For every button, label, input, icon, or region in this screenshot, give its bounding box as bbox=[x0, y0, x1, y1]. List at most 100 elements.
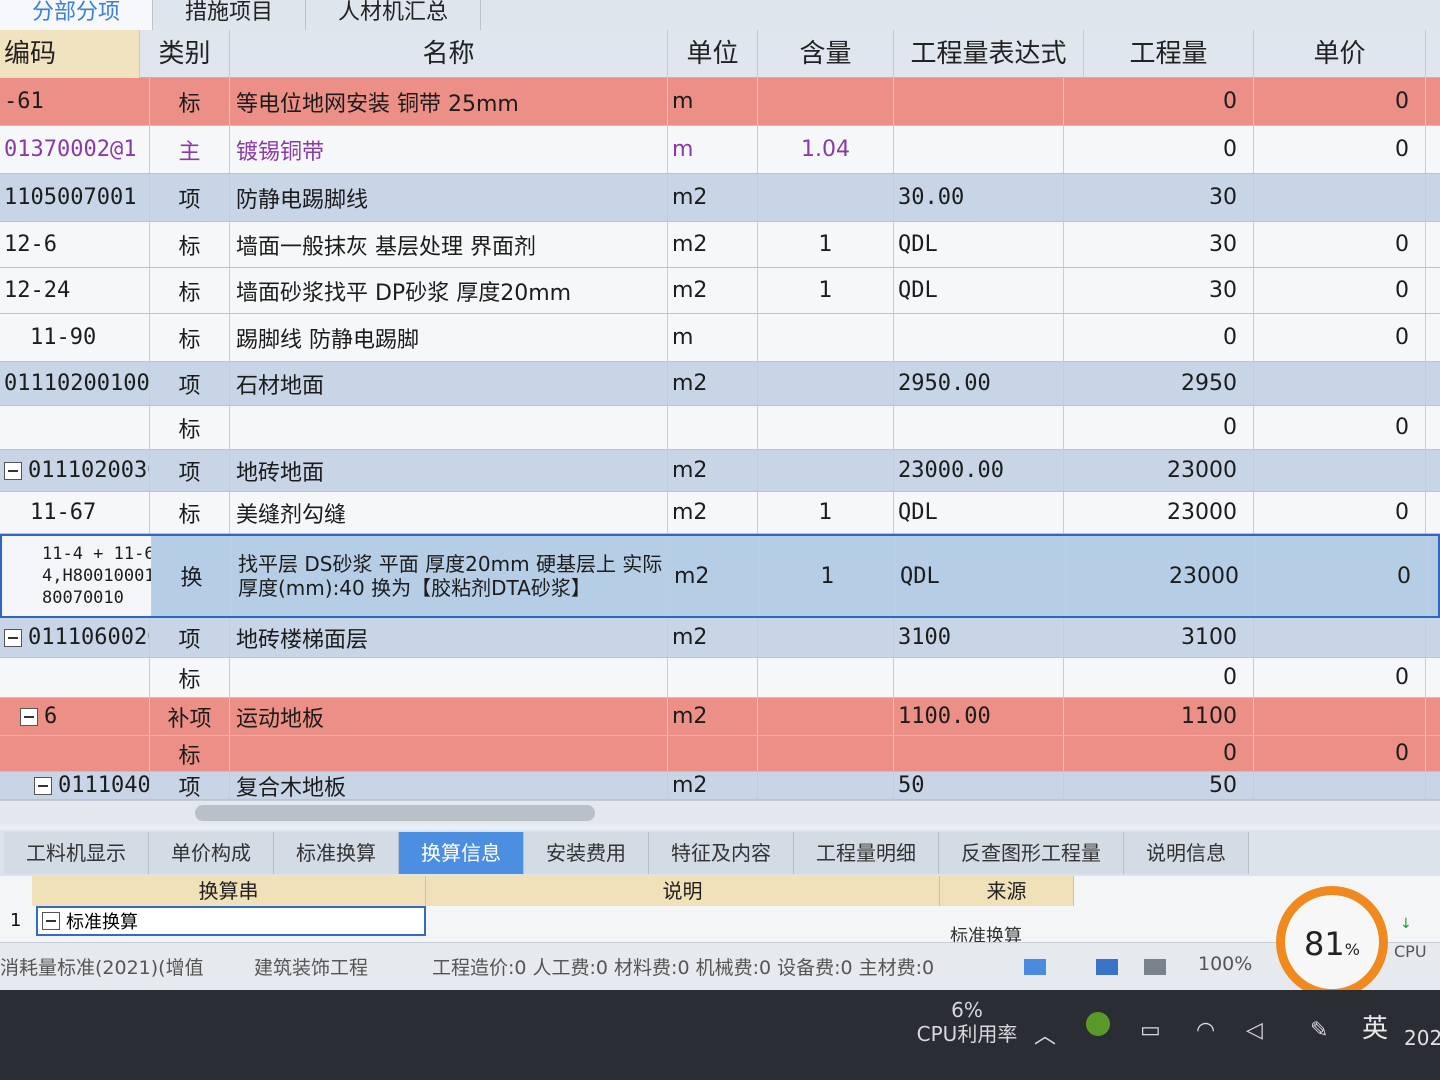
tab-features[interactable]: 特征及内容 bbox=[649, 832, 794, 874]
tab-resource-summary[interactable]: 人材机汇总 bbox=[306, 0, 482, 30]
cell-unit: m2 bbox=[668, 450, 758, 491]
column-view-icon[interactable] bbox=[1144, 959, 1166, 975]
cpu-label: CPU bbox=[1394, 942, 1427, 961]
header-code[interactable]: 编码 bbox=[0, 30, 140, 78]
cell-qty bbox=[758, 78, 894, 125]
tab-sub-items[interactable]: 分部分项 bbox=[0, 0, 154, 30]
row-number: 1 bbox=[10, 910, 22, 931]
cell-unit: m2 bbox=[668, 618, 758, 657]
cell-expr: 3100 bbox=[894, 618, 1064, 657]
cell-code: 11-4 + 11-6 * 4,H8001000109 80070010 bbox=[2, 536, 152, 616]
cell-amount: 23000 bbox=[1064, 492, 1254, 533]
code-text: 6 bbox=[44, 704, 58, 729]
header-type[interactable]: 类别 bbox=[140, 30, 230, 78]
header-price[interactable]: 单价 bbox=[1254, 30, 1426, 78]
cell-type: 标 bbox=[150, 658, 230, 697]
tab-reverse-lookup[interactable]: 反查图形工程量 bbox=[939, 832, 1124, 874]
tab-standard-conversion[interactable]: 标准换算 bbox=[274, 832, 399, 874]
cell-amount: 0 bbox=[1064, 78, 1254, 125]
cell-unit: m2 bbox=[668, 268, 758, 313]
conversion-item[interactable]: 标准换算 bbox=[36, 906, 426, 936]
table-row[interactable]: -61 标 等电位地网安装 铜带 25mm m 0 0 bbox=[0, 78, 1440, 126]
table-row[interactable]: 011106002001 项 地砖楼梯面层 m2 3100 3100 bbox=[0, 618, 1440, 658]
grid-view-icon[interactable] bbox=[1096, 959, 1118, 975]
table-row[interactable]: 6 补项 运动地板 m2 1100.00 1100 bbox=[0, 698, 1440, 736]
tab-install-fee[interactable]: 安装费用 bbox=[524, 832, 649, 874]
scrollbar-thumb[interactable] bbox=[195, 805, 595, 821]
zoom-level[interactable]: 100% bbox=[1198, 953, 1252, 975]
cell-expr bbox=[894, 736, 1064, 771]
header-expr[interactable]: 工程量表达式 bbox=[894, 30, 1084, 78]
cell-price: 0 bbox=[1254, 222, 1426, 267]
cell-expr: QDL bbox=[896, 536, 1066, 616]
cell-price bbox=[1254, 618, 1426, 657]
cell-unit: m2 bbox=[668, 174, 758, 221]
cell-name: 地砖楼梯面层 bbox=[230, 618, 668, 657]
table-row[interactable]: 12-6 标 墙面一般抹灰 基层处理 界面剂 m2 1 QDL 30 0 bbox=[0, 222, 1440, 268]
table-row[interactable]: 12-24 标 墙面砂浆找平 DP砂浆 厚度20mm m2 1 QDL 30 0 bbox=[0, 268, 1440, 314]
table-row[interactable]: 1105007001 项 防静电踢脚线 m2 30.00 30 bbox=[0, 174, 1440, 222]
conversion-row[interactable]: 1 标准换算 标准换算 bbox=[0, 906, 1074, 947]
taskbar-cpu-value: 6% bbox=[951, 998, 983, 1022]
code-text: 011106002001 bbox=[28, 625, 149, 650]
chevron-up-icon[interactable]: ︿ bbox=[1034, 1018, 1056, 1050]
table-row[interactable]: 11-67 标 美缝剂勾缝 m2 1 QDL 23000 0 bbox=[0, 492, 1440, 534]
cell-name: 墙面一般抹灰 基层处理 界面剂 bbox=[230, 222, 668, 267]
header-qty[interactable]: 含量 bbox=[758, 30, 894, 78]
input-language[interactable]: 英 bbox=[1362, 1008, 1388, 1045]
collapse-toggle-icon[interactable] bbox=[4, 628, 22, 647]
tab-unit-price[interactable]: 单价构成 bbox=[149, 832, 274, 874]
cell-qty bbox=[758, 658, 894, 697]
cpu-gauge[interactable]: 81% bbox=[1276, 886, 1388, 998]
cell-amount: 0 bbox=[1064, 314, 1254, 361]
pen-icon[interactable]: ✎ bbox=[1310, 1018, 1328, 1043]
cell-unit: m bbox=[668, 78, 758, 125]
cell-name bbox=[230, 406, 668, 449]
wifi-icon[interactable]: ◠ bbox=[1196, 1018, 1215, 1043]
status-fees: 工程造价:0 人工费:0 材料费:0 机械费:0 设备费:0 主材费:0 bbox=[432, 957, 935, 979]
cell-amount: 30 bbox=[1064, 174, 1254, 221]
collapse-toggle-icon[interactable] bbox=[20, 707, 38, 726]
table-row[interactable]: 标 0 0 bbox=[0, 406, 1440, 450]
cell-type: 标 bbox=[150, 78, 230, 125]
code-text: 011104002001 bbox=[58, 773, 150, 798]
cell-name: 墙面砂浆找平 DP砂浆 厚度20mm bbox=[230, 268, 668, 313]
table-row[interactable]: 011102003001 项 地砖地面 m2 23000.00 23000 bbox=[0, 450, 1440, 492]
header-description[interactable]: 说明 bbox=[426, 876, 940, 906]
table-row[interactable]: 11-90 标 踢脚线 防静电踢脚 m 0 0 bbox=[0, 314, 1440, 362]
header-amount[interactable]: 工程量 bbox=[1084, 30, 1254, 78]
header-conversion-string[interactable]: 换算串 bbox=[32, 876, 426, 906]
cell-code bbox=[0, 736, 150, 771]
tab-description[interactable]: 说明信息 bbox=[1124, 832, 1249, 874]
top-tab-strip: 分部分项 措施项目 人材机汇总 bbox=[0, 0, 1440, 30]
cell-qty bbox=[758, 450, 894, 491]
tab-labor-material[interactable]: 工料机显示 bbox=[4, 832, 149, 874]
taskbar-cpu-meter[interactable]: 6% CPU利用率 bbox=[912, 998, 1022, 1046]
clock-year[interactable]: 202 bbox=[1404, 1026, 1440, 1050]
table-row[interactable]: 01370002@1 主 镀锡铜带 m 1.04 0 0 bbox=[0, 126, 1440, 174]
collapse-toggle-icon[interactable] bbox=[34, 776, 52, 795]
table-row[interactable]: 标 0 0 bbox=[0, 736, 1440, 772]
volume-icon[interactable]: ◁ bbox=[1246, 1018, 1263, 1043]
view-mode-icon[interactable] bbox=[1024, 959, 1046, 975]
table-row[interactable]: 标 0 0 bbox=[0, 658, 1440, 698]
cell-qty: 1.04 bbox=[758, 126, 894, 173]
bottom-tab-strip: 工料机显示 单价构成 标准换算 换算信息 安装费用 特征及内容 工程量明细 反查… bbox=[0, 830, 1440, 876]
horizontal-scrollbar[interactable] bbox=[0, 800, 1440, 824]
collapse-toggle-icon[interactable] bbox=[42, 912, 60, 930]
table-row[interactable]: 011104002001 项 复合木地板 m2 50 50 bbox=[0, 772, 1440, 800]
battery-icon[interactable]: ▭ bbox=[1140, 1018, 1161, 1043]
cell-code: 11-67 bbox=[0, 492, 150, 533]
header-source[interactable]: 来源 bbox=[940, 876, 1074, 906]
cell-code bbox=[0, 406, 150, 449]
tab-conversion-info[interactable]: 换算信息 bbox=[399, 832, 524, 874]
tab-measures[interactable]: 措施项目 bbox=[153, 0, 307, 30]
collapse-toggle-icon[interactable] bbox=[4, 461, 22, 480]
table-row[interactable]: 011102001001 项 石材地面 m2 2950.00 2950 bbox=[0, 362, 1440, 406]
header-name[interactable]: 名称 bbox=[230, 30, 668, 78]
cell-name: 踢脚线 防静电踢脚 bbox=[230, 314, 668, 361]
header-unit[interactable]: 单位 bbox=[668, 30, 758, 78]
table-row-selected[interactable]: 11-4 + 11-6 * 4,H8001000109 80070010 换 找… bbox=[0, 534, 1440, 618]
tab-quantity-detail[interactable]: 工程量明细 bbox=[794, 832, 939, 874]
tray-app-icon[interactable] bbox=[1086, 1012, 1110, 1036]
